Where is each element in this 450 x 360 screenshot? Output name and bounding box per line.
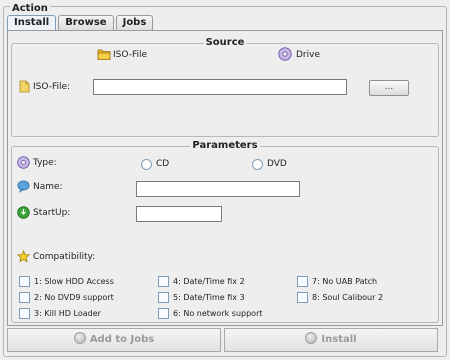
compat-8-checkbox[interactable]	[297, 292, 308, 303]
source-title: Source	[203, 37, 247, 48]
compat-2-label[interactable]: 2: No DVD9 support	[34, 292, 114, 303]
compat-3-checkbox[interactable]	[19, 308, 30, 319]
compat-7-label[interactable]: 7: No UAB Patch	[312, 276, 377, 287]
name-label: Name:	[33, 182, 63, 192]
action-title: Action	[10, 3, 50, 14]
startup-label: StartUp:	[33, 208, 71, 218]
iso-file-label: ISO-File:	[33, 82, 71, 92]
compat-1-label[interactable]: 1: Slow HDD Access	[34, 276, 114, 287]
install-button[interactable]: Install	[224, 328, 438, 352]
disc-icon	[17, 156, 30, 169]
compat-4-checkbox[interactable]	[158, 276, 169, 287]
startup-input[interactable]	[136, 206, 222, 222]
type-label: Type:	[33, 158, 57, 168]
install-icon	[305, 332, 318, 344]
type-cd-label[interactable]: CD	[156, 158, 169, 170]
parameters-group: Parameters Type: CD DVD Name: StartUp: C…	[11, 140, 439, 323]
startup-icon	[17, 206, 30, 219]
compat-6-checkbox[interactable]	[158, 308, 169, 319]
browse-button[interactable]: ...	[369, 80, 409, 96]
tab-jobs[interactable]: Jobs	[115, 15, 154, 30]
compat-5-checkbox[interactable]	[158, 292, 169, 303]
install-panel: Source ISO-File Drive ISO-File: ... Para…	[7, 30, 443, 326]
speech-bubble-icon	[17, 180, 30, 193]
source-group: Source ISO-File Drive ISO-File: ...	[11, 37, 439, 137]
tab-browse[interactable]: Browse	[58, 15, 114, 30]
compat-1-checkbox[interactable]	[19, 276, 30, 287]
iso-file-input[interactable]	[93, 79, 347, 95]
folder-icon	[97, 49, 111, 60]
install-label: Install	[321, 334, 357, 345]
compat-7-checkbox[interactable]	[297, 276, 308, 287]
compat-6-label[interactable]: 6: No network support	[173, 308, 263, 319]
compat-8-label[interactable]: 8: Soul Calibour 2	[312, 292, 383, 303]
compat-4-label[interactable]: 4: Date/Time fix 2	[173, 276, 245, 287]
compat-2-checkbox[interactable]	[19, 292, 30, 303]
iso-file-icon	[19, 80, 30, 93]
source-option-drive[interactable]: Drive	[296, 49, 320, 61]
tab-install[interactable]: Install	[7, 15, 57, 30]
disc-icon	[278, 47, 292, 61]
add-to-jobs-button[interactable]: Add to Jobs	[7, 328, 221, 352]
source-option-iso-file[interactable]: ISO-File	[113, 49, 147, 61]
type-cd-radio[interactable]	[141, 159, 152, 170]
tab-bar: Install Browse Jobs	[7, 15, 155, 30]
type-dvd-radio[interactable]	[252, 159, 263, 170]
name-input[interactable]	[136, 181, 300, 197]
type-dvd-label[interactable]: DVD	[267, 158, 287, 170]
compat-3-label[interactable]: 3: Kill HD Loader	[34, 308, 101, 319]
compatibility-label: Compatibility:	[33, 252, 96, 262]
parameters-title: Parameters	[190, 140, 260, 151]
add-icon	[73, 332, 86, 344]
star-icon	[17, 250, 30, 263]
compat-5-label[interactable]: 5: Date/Time fix 3	[173, 292, 245, 303]
add-to-jobs-label: Add to Jobs	[89, 334, 155, 345]
